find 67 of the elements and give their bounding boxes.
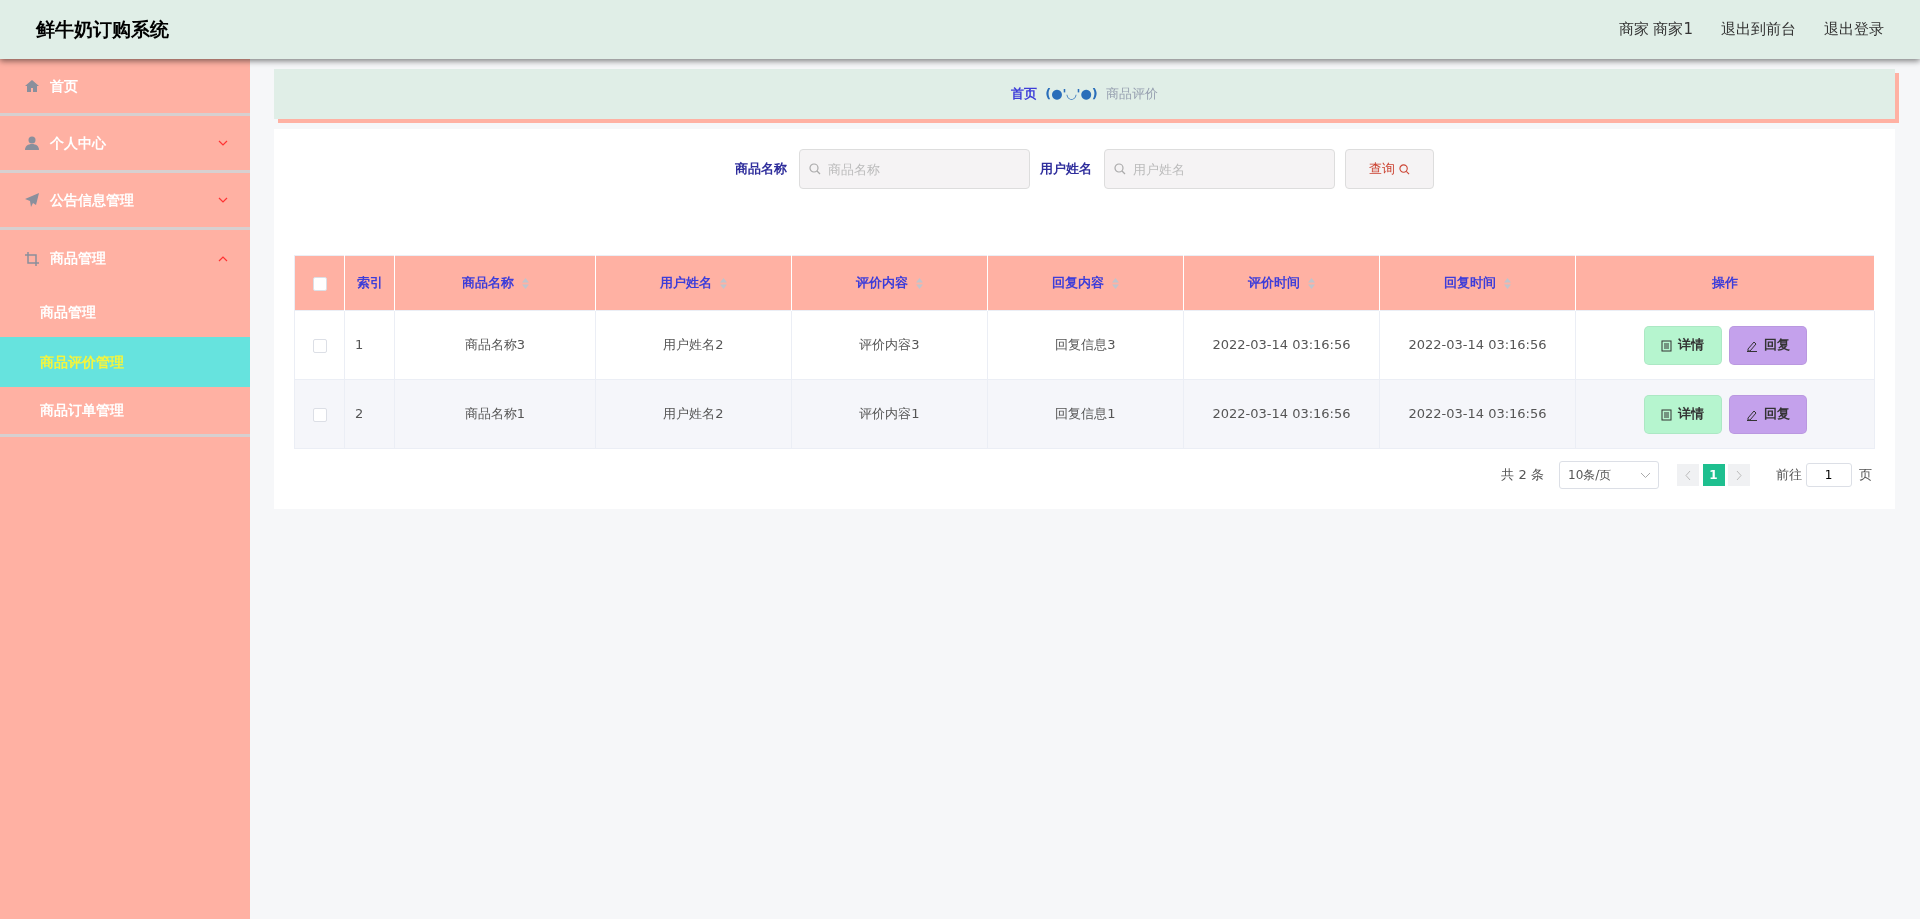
home-icon xyxy=(24,78,40,94)
app-title: 鲜牛奶订购系统 xyxy=(36,17,169,43)
document-icon xyxy=(1661,339,1672,352)
goto-label: 前往 xyxy=(1776,466,1802,485)
page-suffix: 页 xyxy=(1858,466,1872,485)
caret-icon xyxy=(1641,472,1650,478)
table-cell: 用户姓名2 xyxy=(663,406,724,422)
user-icon xyxy=(24,135,40,151)
table-cell: 2 xyxy=(355,406,364,422)
chevron-right-icon xyxy=(1736,470,1742,480)
sort-icon[interactable] xyxy=(1112,278,1119,290)
row-checkbox[interactable] xyxy=(312,407,327,422)
table-cell: 商品名称1 xyxy=(464,406,526,422)
sort-icon[interactable] xyxy=(720,278,727,290)
table-cell: 评价内容1 xyxy=(859,406,920,422)
pencil-icon xyxy=(1745,408,1758,421)
row-checkbox[interactable] xyxy=(312,338,327,353)
breadcrumb-separator: (●'◡'●) xyxy=(1045,85,1098,104)
search-button[interactable]: 查询 xyxy=(1345,149,1434,189)
table-cell: 回复信息3 xyxy=(1055,337,1116,353)
column-header[interactable]: 用户姓名 xyxy=(660,275,712,291)
sort-icon[interactable] xyxy=(916,278,923,290)
sort-icon[interactable] xyxy=(1504,278,1511,290)
breadcrumb-link[interactable]: 首页 xyxy=(1011,84,1038,104)
chevron-left-icon xyxy=(1685,470,1691,480)
table-cell: 2022-03-14 03:16:56 xyxy=(1212,337,1351,353)
breadcrumb-current: 商品评价 xyxy=(1105,85,1158,104)
table-cell: 2022-03-14 03:16:56 xyxy=(1408,406,1547,422)
detail-button[interactable]: 详情 xyxy=(1643,325,1722,365)
reply-button[interactable]: 回复 xyxy=(1728,394,1807,434)
total-count: 共 2 条 xyxy=(1501,466,1544,485)
table-cell: 用户姓名2 xyxy=(663,337,724,353)
search-icon xyxy=(1399,164,1411,176)
field-label: 商品名称 xyxy=(735,160,787,179)
pencil-icon xyxy=(1745,339,1758,352)
table-cell: 1 xyxy=(355,337,364,353)
document-icon xyxy=(1661,408,1672,421)
table-cell: 2022-03-14 03:16:56 xyxy=(1212,406,1351,422)
page-number-field[interactable]: 1 xyxy=(1805,463,1852,487)
table-cell: 2022-03-14 03:16:56 xyxy=(1408,337,1547,353)
detail-button[interactable]: 详情 xyxy=(1643,394,1722,434)
reply-button[interactable]: 回复 xyxy=(1728,325,1807,365)
header-link[interactable]: 退出到前台 xyxy=(1721,18,1796,41)
table-cell: 评价内容3 xyxy=(859,337,920,353)
sort-icon[interactable] xyxy=(1308,278,1315,290)
field-label: 用户姓名 xyxy=(1040,160,1092,179)
user-name: 商家 商家1 xyxy=(1618,19,1693,41)
column-header[interactable]: 评价内容 xyxy=(856,275,908,291)
page-size-select[interactable]: 10条/页 xyxy=(1559,461,1659,489)
sort-icon[interactable] xyxy=(521,278,529,290)
page-button[interactable]: 1 xyxy=(1702,464,1725,486)
crop-icon xyxy=(24,250,40,267)
column-header[interactable]: 商品名称 xyxy=(461,275,514,291)
select-all-checkbox[interactable] xyxy=(312,276,327,291)
header-link[interactable]: 退出登录 xyxy=(1824,18,1884,41)
column-header[interactable]: 索引 xyxy=(356,275,383,291)
table-cell: 商品名称3 xyxy=(464,337,526,353)
previous-page-button[interactable] xyxy=(1677,464,1699,486)
paper-plane-icon xyxy=(24,192,40,208)
column-header[interactable]: 回复内容 xyxy=(1052,275,1104,291)
search-icon xyxy=(1114,163,1126,175)
search-icon xyxy=(809,163,821,175)
next-page-button[interactable] xyxy=(1728,464,1750,486)
table-cell: 回复信息1 xyxy=(1055,406,1116,422)
column-header[interactable]: 操作 xyxy=(1712,275,1738,291)
column-header[interactable]: 回复时间 xyxy=(1444,275,1496,291)
column-header[interactable]: 评价时间 xyxy=(1248,275,1300,291)
